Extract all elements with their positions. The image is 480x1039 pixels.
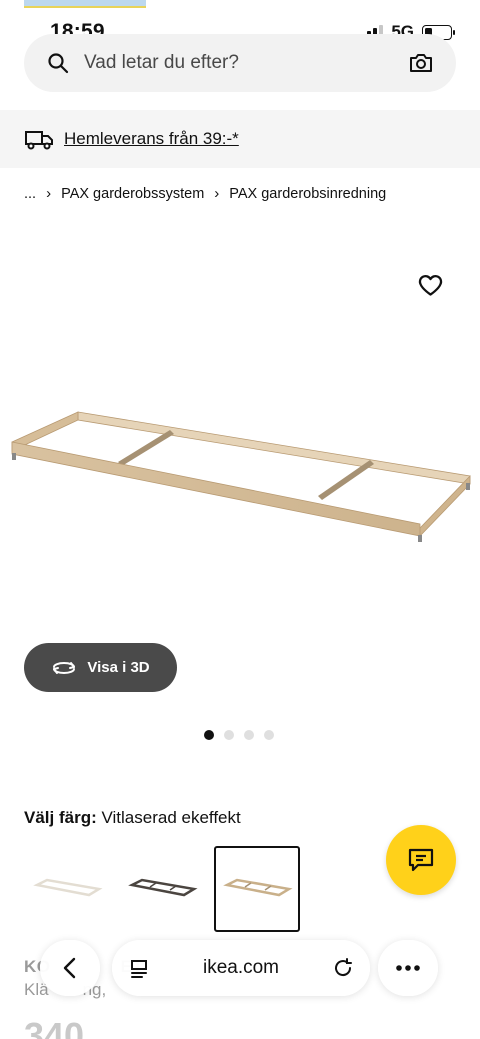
breadcrumb-ellipsis[interactable]: ... [24, 186, 36, 202]
view-3d-button[interactable]: Visa i 3D [24, 643, 177, 692]
swatch-white-stained-oak[interactable] [214, 846, 300, 932]
color-label-title: Välj färg: [24, 808, 97, 827]
carousel-indicator[interactable] [204, 730, 274, 740]
swatch-dark-grey[interactable] [119, 846, 205, 932]
carousel-dot[interactable] [204, 730, 214, 740]
color-label-value: Vitlaserad ekeffekt [101, 808, 241, 827]
chevron-right-icon: › [46, 185, 52, 202]
breadcrumb-item[interactable]: PAX garderobssystem [61, 186, 204, 202]
page-menu-icon[interactable] [128, 957, 150, 979]
carousel-dot[interactable] [224, 730, 234, 740]
color-selection-label: Välj färg: Vitlaserad ekeffekt [24, 808, 241, 828]
browser-more-button[interactable] [378, 940, 438, 996]
browser-address-bar[interactable]: ikea.com [112, 940, 370, 996]
reload-icon[interactable] [332, 957, 354, 979]
product-image[interactable] [0, 390, 480, 560]
search-icon [48, 53, 69, 74]
swatch-dark-grey-thumbnail [128, 878, 198, 897]
more-icon [396, 965, 420, 971]
chat-icon [408, 848, 434, 872]
heart-icon[interactable] [417, 272, 444, 299]
view-3d-label: Visa i 3D [87, 659, 150, 676]
camera-search-icon[interactable] [408, 51, 434, 75]
rotate-3d-icon [53, 661, 76, 674]
chat-button[interactable] [386, 825, 456, 895]
carousel-dot[interactable] [244, 730, 254, 740]
truck-icon [25, 131, 53, 150]
color-swatches [24, 846, 300, 932]
delivery-banner[interactable]: Hemleverans från 39:-* [0, 110, 480, 168]
delivery-link[interactable]: Hemleverans från 39:-* [64, 129, 239, 149]
browser-url[interactable]: ikea.com [150, 957, 332, 979]
swatch-white-thumbnail [33, 878, 103, 897]
search-bar[interactable]: Vad letar du efter? [24, 34, 456, 92]
browser-back-button[interactable] [40, 940, 100, 996]
carousel-dot[interactable] [264, 730, 274, 740]
swatch-oak-thumbnail [223, 878, 293, 897]
swatch-white[interactable] [24, 846, 110, 932]
top-image-strip [24, 0, 146, 8]
breadcrumb-item[interactable]: PAX garderobsinredning [229, 186, 386, 202]
chevron-right-icon: › [214, 185, 220, 202]
search-input[interactable]: Vad letar du efter? [84, 52, 408, 74]
chevron-left-icon [63, 957, 76, 979]
product-price: 340 [24, 1015, 85, 1039]
breadcrumb: ... › PAX garderobssystem › PAX garderob… [24, 185, 386, 202]
product-page: 18:59 5G Vad letar du efter? Hemleverans… [0, 0, 480, 1039]
